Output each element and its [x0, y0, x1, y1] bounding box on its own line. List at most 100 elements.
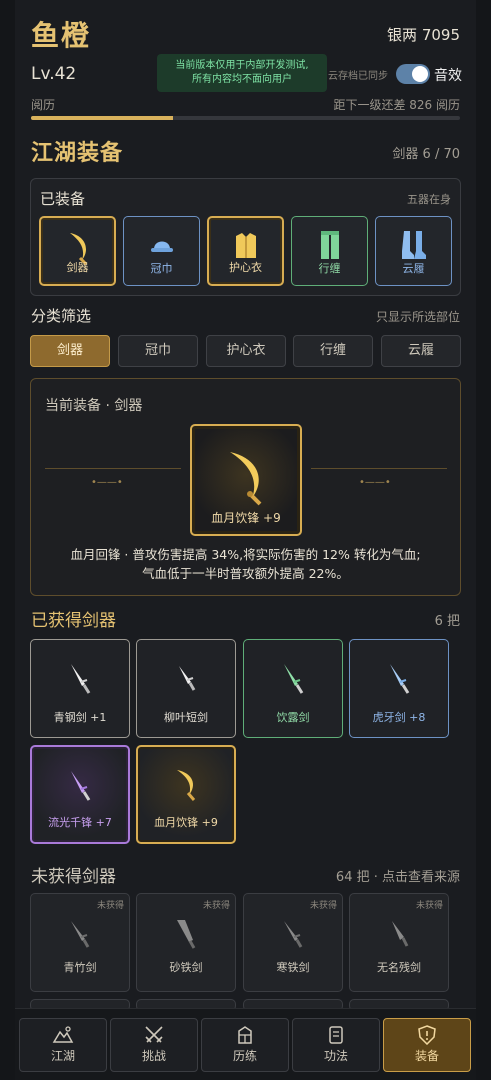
equip-slot-weapon[interactable]: 剑器 [39, 216, 116, 286]
filter-chip-armor[interactable]: 护心衣 [206, 335, 286, 367]
locked-weapon-card[interactable]: 未获得 砂铁剑 [136, 893, 236, 992]
nav-training[interactable]: 历练 [201, 1018, 289, 1072]
equip-slot-boots[interactable]: 云履 [375, 216, 452, 286]
weapon-count: 剑器 6 / 70 [392, 147, 460, 162]
sword-icon [177, 920, 196, 949]
bottom-nav: 江湖 挑战 历练 功法 装备 [15, 1008, 476, 1080]
weapon-card[interactable]: 血月饮锋 +9 [136, 745, 236, 844]
equip-slot-armor[interactable]: 护心衣 [207, 216, 284, 286]
weapon-card[interactable]: 流光千锋 +7 [30, 745, 130, 844]
weapon-card[interactable]: 青钢剑 +1 [30, 639, 130, 738]
divider [311, 468, 447, 469]
weapon-name: 寒铁剑 [276, 961, 310, 974]
unobtained-note[interactable]: 64 把 · 点击查看来源 [336, 866, 460, 885]
weapon-name: 柳叶短剑 [164, 711, 208, 724]
scroll-icon [329, 1026, 343, 1044]
nav-label: 挑战 [141, 1049, 166, 1063]
crescent-blade-icon [177, 770, 196, 801]
locked-weapon-card[interactable]: 未获得 无名残剑 [349, 893, 449, 992]
weapon-card[interactable]: 虎牙剑 +8 [349, 639, 449, 738]
slot-label: 剑器 [66, 261, 89, 274]
nav-challenge[interactable]: 挑战 [110, 1018, 198, 1072]
slot-label: 云履 [402, 262, 425, 275]
crescent-blade-icon [230, 452, 262, 506]
shield-icon [418, 1025, 436, 1045]
divider [45, 468, 181, 469]
ornament: •——• [359, 477, 391, 488]
weapon-name: 青钢剑 +1 [53, 711, 107, 724]
sword-icon [71, 921, 90, 948]
sword-icon [390, 664, 410, 694]
current-item-name: 血月饮锋 +9 [211, 511, 281, 525]
current-equipment-panel: 当前装备 · 剑器 •——• •——• 血月饮锋 +9 血月回锋 · 普攻伤害提… [30, 378, 461, 596]
nav-equipment[interactable]: 装备 [383, 1018, 471, 1072]
boots-icon [401, 231, 426, 259]
unobtained-title: 未获得剑器 [31, 867, 116, 887]
hat-icon [150, 241, 173, 252]
player-level: Lv.42 [31, 64, 77, 84]
sound-label: 音效 [434, 68, 462, 84]
xp-progress-fill [31, 116, 173, 120]
sound-toggle[interactable] [396, 64, 430, 84]
equipped-panel: 已装备 五器在身 剑器 冠巾 护心衣 行缠 云履 [30, 178, 461, 296]
weapon-card[interactable]: 饮露剑 [243, 639, 343, 738]
locked-tag: 未获得 [202, 901, 230, 911]
sword-icon [284, 664, 304, 694]
equipment-screen: 鱼橙 银两 7095 Lv.42 当前版本仅用于内部开发测试, 所有内容均不面向… [15, 0, 476, 1080]
nav-skills[interactable]: 功法 [292, 1018, 380, 1072]
sword-icon [179, 666, 196, 691]
player-name: 鱼橙 [31, 19, 92, 52]
equipped-note: 五器在身 [407, 193, 451, 206]
obtained-count: 6 把 [434, 614, 460, 629]
current-item-description: 血月回锋 · 普攻伤害提高 34%,将实际伤害的 12% 转化为气血; 气血低于… [31, 545, 460, 583]
weapon-name: 无名残剑 [377, 961, 421, 974]
money-display: 银两 7095 [387, 26, 460, 44]
filter-chip-leggings[interactable]: 行缠 [293, 335, 373, 367]
crossed-swords-icon [145, 1026, 163, 1043]
weapon-name: 流光千锋 +7 [48, 816, 112, 829]
nav-label: 江湖 [50, 1049, 75, 1063]
locked-tag: 未获得 [96, 901, 124, 911]
sword-icon [71, 771, 91, 801]
weapon-name: 砂铁剑 [169, 961, 203, 974]
dev-notice-toast: 当前版本仅用于内部开发测试, 所有内容均不面向用户 [157, 54, 327, 92]
equip-slot-leggings[interactable]: 行缠 [291, 216, 368, 286]
toggle-knob [412, 66, 428, 82]
filter-chip-hat[interactable]: 冠巾 [118, 335, 198, 367]
locked-weapon-card[interactable]: 未获得 青竹剑 [30, 893, 130, 992]
nav-label: 历练 [232, 1049, 257, 1063]
equip-slot-hat[interactable]: 冠巾 [123, 216, 200, 286]
slot-label: 护心衣 [229, 261, 262, 274]
sword-icon [284, 921, 303, 948]
nav-label: 功法 [323, 1049, 348, 1063]
mountain-icon [52, 1026, 74, 1043]
filter-title: 分类筛选 [31, 307, 92, 325]
filter-note: 只显示所选部位 [375, 310, 460, 324]
current-item-card[interactable]: 血月饮锋 +9 [190, 424, 302, 536]
dev-notice-line: 所有内容均不面向用户 [192, 74, 292, 85]
weapon-name: 血月饮锋 +9 [154, 816, 218, 829]
weapon-name: 虎牙剑 +8 [372, 711, 426, 724]
locked-weapon-card[interactable]: 未获得 寒铁剑 [243, 893, 343, 992]
current-title: 当前装备 · 剑器 [45, 398, 143, 414]
description-line: 气血低于一半时普攻额外提高 22%。 [142, 566, 349, 581]
locked-tag: 未获得 [309, 901, 337, 911]
sword-icon [392, 921, 409, 947]
sword-icon [71, 664, 91, 694]
leggings-icon [320, 231, 339, 259]
weapon-card[interactable]: 柳叶短剑 [136, 639, 236, 738]
nav-jianghu[interactable]: 江湖 [19, 1018, 107, 1072]
xp-label: 阅历 [31, 98, 56, 112]
weapon-name: 饮露剑 [276, 711, 310, 724]
xp-progress-bar [31, 116, 460, 120]
lantern-icon [238, 1026, 252, 1044]
filter-chip-boots[interactable]: 云履 [381, 335, 461, 367]
xp-remaining: 距下一级还差 826 阅历 [333, 98, 460, 112]
slot-label: 冠巾 [150, 262, 173, 275]
locked-tag: 未获得 [415, 901, 443, 911]
cloud-sync-status: 云存档已同步 [328, 71, 388, 82]
filter-chip-weapon[interactable]: 剑器 [30, 335, 110, 367]
obtained-title: 已获得剑器 [31, 611, 116, 631]
weapon-name: 青竹剑 [63, 961, 97, 974]
description-line: 血月回锋 · 普攻伤害提高 34%,将实际伤害的 12% 转化为气血; [70, 547, 421, 562]
